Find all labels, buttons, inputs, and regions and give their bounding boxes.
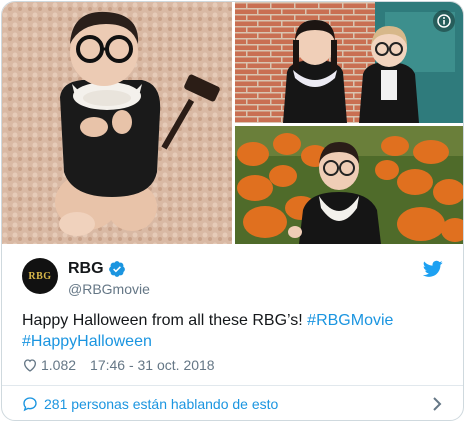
heart-icon[interactable] [22,357,38,373]
conversation-label[interactable]: 281 personas están hablando de esto [44,396,278,412]
photo-pumpkin-patch[interactable] [235,126,463,244]
photo-baby-rbg[interactable] [2,2,232,244]
speech-bubble-icon [23,397,37,412]
embedded-tweet-card: RBG RBG @RBGmovie Happy Halloween from a… [1,1,464,421]
conversation-link[interactable]: 281 personas están hablando de esto [2,386,463,420]
chevron-right-icon[interactable] [431,397,443,411]
tweet-media-grid[interactable] [2,2,463,244]
author-display-name[interactable]: RBG [68,260,104,278]
author-name-row[interactable]: RBG [68,260,126,278]
author-handle[interactable]: @RBGmovie [68,281,150,297]
hashtag-link[interactable]: #HappyHalloween [22,333,152,350]
avatar[interactable]: RBG [22,258,58,294]
tweet-timestamp[interactable]: 17:46 - 31 oct. 2018 [90,357,215,373]
tweet-meta-row: 1.082 17:46 - 31 oct. 2018 [22,357,215,373]
twitter-bird-icon[interactable] [423,260,443,278]
like-count[interactable]: 1.082 [41,357,76,373]
tweet-text: Happy Halloween from all these RBG’s! #R… [22,310,442,352]
tweet-text-body: Happy Halloween from all these RBG’s! [22,312,308,329]
info-icon[interactable] [433,10,455,32]
verified-badge-icon [108,261,125,277]
photo-two-toddlers[interactable] [235,2,463,123]
avatar-logo-text: RBG [28,270,52,282]
hashtag-link[interactable]: #RBGMovie [307,312,393,329]
